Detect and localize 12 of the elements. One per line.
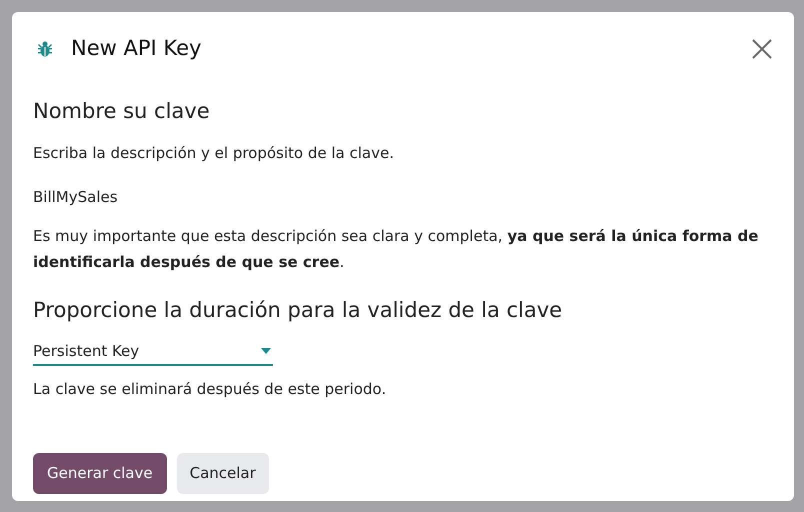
bug-icon bbox=[36, 40, 54, 58]
caret-icon bbox=[261, 348, 271, 354]
section-heading: Proporcione la duración para la validez de la clave bbox=[33, 296, 564, 324]
cancel-button[interactable]: Cancelar bbox=[176, 452, 269, 494]
duration-select[interactable]: Persistent Key bbox=[33, 338, 273, 366]
generate-key-button[interactable]: Generar clave bbox=[33, 452, 167, 494]
dialog-title: New API Key bbox=[71, 35, 202, 62]
description-text: Escriba la descripción y el propósito de la clave. bbox=[33, 142, 395, 164]
section-heading: Nombre su clave bbox=[33, 98, 211, 125]
help-text: La clave se eliminará después de este periodo. bbox=[33, 379, 388, 400]
note-text: Es muy importante que esta descripción sea clara y completa, ya que será la única forma de identificarla después de que se cree. bbox=[33, 226, 760, 272]
name-input-field[interactable]: BillMySales bbox=[33, 186, 333, 208]
